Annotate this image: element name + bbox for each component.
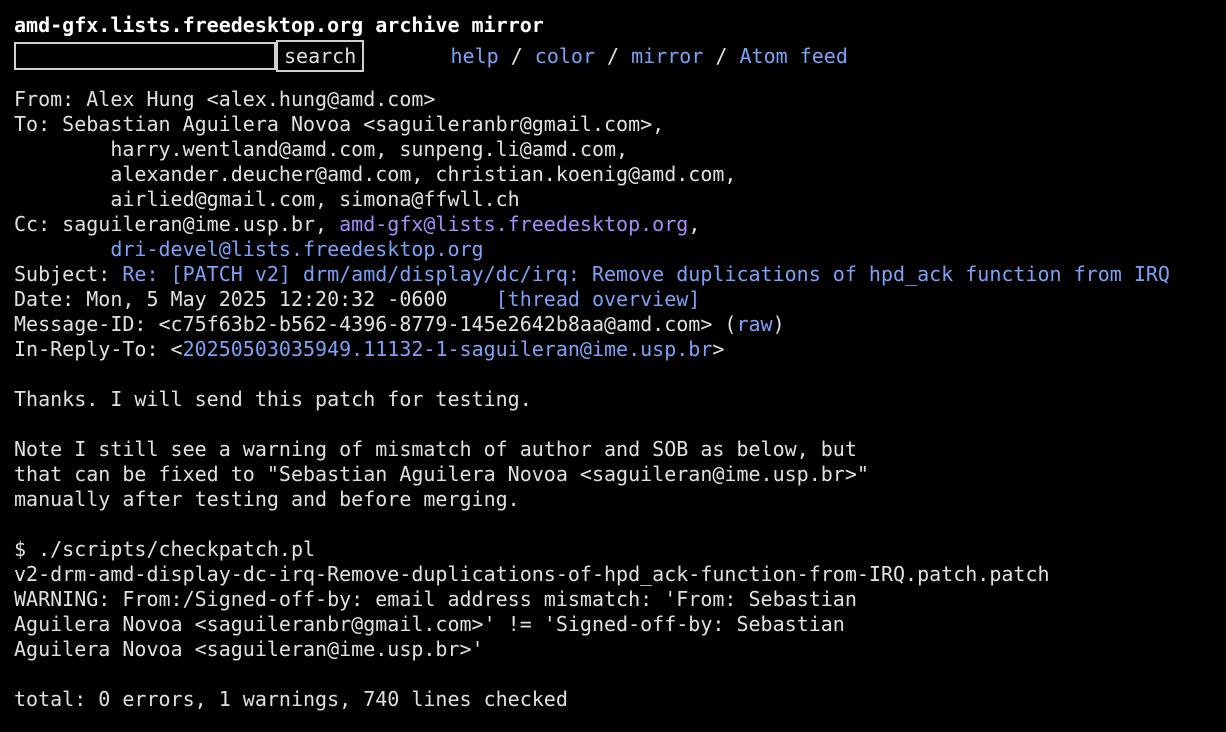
- body-line: that can be fixed to "Sebastian Aguilera…: [14, 462, 869, 486]
- body-line: Note I still see a warning of mismatch o…: [14, 437, 857, 461]
- header-date: Date: Mon, 5 May 2025 12:20:32 -0600 [th…: [14, 287, 1219, 312]
- in-reply-to-label: In-Reply-To: <: [14, 337, 183, 361]
- header-cc-cont: dri-devel@lists.freedesktop.org: [14, 237, 1219, 262]
- color-link[interactable]: color: [535, 44, 595, 68]
- help-link[interactable]: help: [451, 44, 499, 68]
- header-cc: Cc: saguileran@ime.usp.br, amd-gfx@lists…: [14, 212, 1219, 237]
- body-line: Thanks. I will send this patch for testi…: [14, 387, 532, 411]
- header-in-reply-to: In-Reply-To: <20250503035949.11132-1-sag…: [14, 337, 1219, 362]
- header-to-cont: airlied@gmail.com, simona@ffwll.ch: [14, 187, 520, 211]
- subject-label: Subject:: [14, 262, 123, 286]
- date-text: Date: Mon, 5 May 2025 12:20:32 -0600: [14, 287, 496, 311]
- body-line: $ ./scripts/checkpatch.pl: [14, 537, 316, 561]
- body-line: [14, 512, 1219, 537]
- cc-text: Cc: saguileran@ime.usp.br,: [14, 212, 340, 236]
- nav-separator: /: [703, 44, 740, 68]
- header-to: To: Sebastian Aguilera Novoa <saguileran…: [14, 112, 665, 136]
- body-line: v2-drm-amd-display-dc-irq-Remove-duplica…: [14, 562, 1050, 586]
- mirror-link[interactable]: mirror: [631, 44, 703, 68]
- cc-dri-devel-link[interactable]: dri-devel@lists.freedesktop.org: [110, 237, 483, 261]
- search-row: search help / color / mirror / Atom feed: [14, 39, 1219, 73]
- top-nav: help / color / mirror / Atom feed: [378, 20, 848, 92]
- search-input[interactable]: [14, 42, 276, 70]
- header-subject: Subject: Re: [PATCH v2] drm/amd/display/…: [14, 262, 1219, 287]
- header-to-cont: alexander.deucher@amd.com, christian.koe…: [14, 162, 737, 186]
- message-headers: From: Alex Hung <alex.hung@amd.com> To: …: [14, 87, 1219, 362]
- body-line: total: 0 errors, 1 warnings, 740 lines c…: [14, 687, 568, 711]
- body-line: Aguilera Novoa <saguileran@ime.usp.br>': [14, 637, 484, 661]
- body-line: Aguilera Novoa <saguileranbr@gmail.com>'…: [14, 612, 845, 636]
- search-button[interactable]: search: [276, 40, 365, 72]
- raw-close: ): [772, 312, 785, 336]
- header-to-cont: harry.wentland@amd.com, sunpeng.li@amd.c…: [14, 137, 629, 161]
- cc-amd-gfx-link[interactable]: amd-gfx@lists.freedesktop.org: [339, 212, 688, 236]
- in-reply-to-suffix: >: [712, 337, 725, 361]
- message-body: Thanks. I will send this patch for testi…: [14, 387, 1219, 712]
- body-line: WARNING: From:/Signed-off-by: email addr…: [14, 587, 857, 611]
- in-reply-to-link[interactable]: 20250503035949.11132-1-saguileran@ime.us…: [183, 337, 713, 361]
- cc-indent: [14, 237, 110, 261]
- cc-separator: ,: [688, 212, 701, 236]
- atom-feed-link[interactable]: Atom feed: [740, 44, 848, 68]
- nav-separator: /: [498, 44, 535, 68]
- nav-separator: /: [595, 44, 632, 68]
- raw-link[interactable]: raw: [736, 312, 772, 336]
- page: amd-gfx.lists.freedesktop.org archive mi…: [14, 11, 1219, 712]
- subject-link[interactable]: Re: [PATCH v2] drm/amd/display/dc/irq: R…: [122, 262, 1170, 286]
- body-line: [14, 412, 1219, 437]
- message-id-text: Message-ID: <c75f63b2-b562-4396-8779-145…: [14, 312, 737, 336]
- header-message-id: Message-ID: <c75f63b2-b562-4396-8779-145…: [14, 312, 1219, 337]
- body-line: manually after testing and before mergin…: [14, 487, 520, 511]
- body-line: [14, 662, 1219, 687]
- thread-overview-link[interactable]: [thread overview]: [496, 287, 701, 311]
